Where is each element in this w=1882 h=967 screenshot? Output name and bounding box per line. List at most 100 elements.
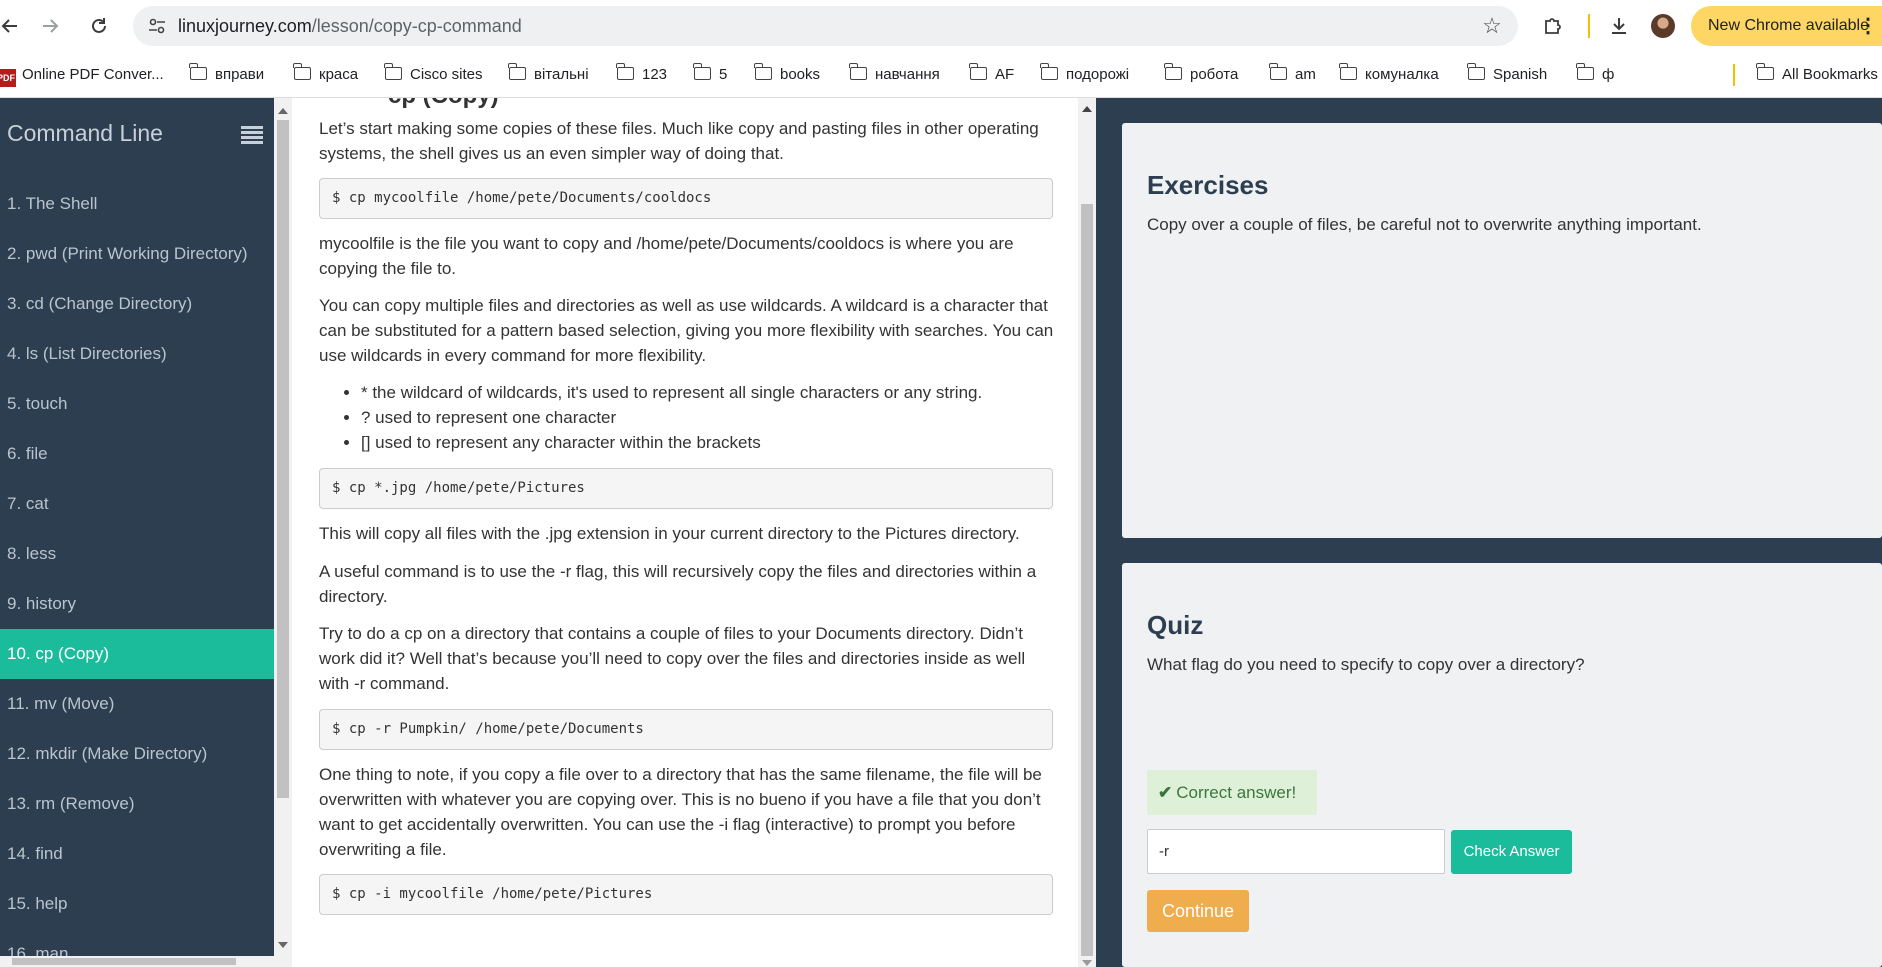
bookmark-folder[interactable]: ф — [1576, 52, 1614, 97]
sidebar-item-cd[interactable]: 3. cd (Change Directory) — [0, 279, 274, 329]
scrollbar-thumb[interactable] — [1081, 204, 1093, 956]
bookmark-folder[interactable]: навчання — [849, 52, 940, 97]
check-answer-button[interactable]: Check Answer — [1451, 830, 1572, 874]
exercises-text: Copy over a couple of files, be careful … — [1147, 215, 1702, 234]
bookmark-folder[interactable]: вправи — [189, 52, 264, 97]
sidebar-item-rm[interactable]: 13. rm (Remove) — [0, 779, 274, 829]
bookmark-star-icon[interactable]: ☆ — [1480, 14, 1504, 38]
all-bookmarks-button[interactable]: All Bookmarks — [1756, 52, 1878, 97]
reload-icon[interactable] — [83, 10, 115, 42]
sidebar-item-file[interactable]: 6. file — [0, 429, 274, 479]
practice-panel: Exercises Copy over a couple of files, b… — [1096, 98, 1882, 967]
lesson-paragraph: This will copy all files with the .jpg e… — [319, 524, 1020, 543]
folder-icon — [969, 63, 987, 80]
bookmark-item[interactable]: PDFOnline PDF Conver... — [0, 52, 164, 97]
bookmarks-divider — [1733, 64, 1735, 86]
sidebar-title: Command Line — [7, 120, 163, 146]
folder-icon — [508, 63, 526, 80]
sidebar-item-ls[interactable]: 4. ls (List Directories) — [0, 329, 274, 379]
bookmark-folder[interactable]: Spanish — [1467, 52, 1547, 97]
forward-arrow-icon[interactable] — [34, 10, 66, 42]
sidebar-item-the-shell[interactable]: 1. The Shell — [0, 179, 274, 229]
scroll-up-arrow-icon[interactable] — [1082, 106, 1092, 112]
sidebar-item-mv[interactable]: 11. mv (Move) — [0, 679, 274, 729]
bookmark-folder[interactable]: 123 — [616, 52, 667, 97]
quiz-title: Quiz — [1147, 610, 1204, 640]
folder-icon — [1040, 63, 1058, 80]
site-info-icon[interactable] — [147, 16, 167, 36]
bookmark-folder[interactable]: вітальні — [508, 52, 589, 97]
folder-icon — [1339, 63, 1357, 80]
extensions-icon[interactable] — [1539, 12, 1567, 40]
sidebar-item-mkdir[interactable]: 12. mkdir (Make Directory) — [0, 729, 274, 779]
continue-button[interactable]: Continue — [1147, 890, 1249, 932]
bookmark-folder[interactable]: books — [754, 52, 820, 97]
toolbar-divider — [1588, 14, 1590, 38]
folder-icon — [1269, 63, 1287, 80]
checkmark-icon: ✔ — [1158, 783, 1173, 802]
sidebar-item-history[interactable]: 9. history — [0, 579, 274, 629]
sidebar-horizontal-scrollbar[interactable] — [0, 956, 274, 967]
downloads-icon[interactable] — [1605, 12, 1633, 40]
bookmark-folder[interactable]: робота — [1164, 52, 1238, 97]
exercises-card: Exercises Copy over a couple of files, b… — [1122, 123, 1882, 538]
folder-icon — [189, 63, 207, 80]
bookmark-folder[interactable]: 5 — [693, 52, 727, 97]
lesson-paragraph: Let’s start making some copies of these … — [319, 119, 1039, 163]
folder-icon — [1164, 63, 1182, 80]
list-item: [] used to represent any character withi… — [361, 430, 1054, 455]
exercises-title: Exercises — [1147, 170, 1269, 200]
scrollbar-thumb[interactable] — [12, 958, 236, 965]
bookmark-folder[interactable]: подорожі — [1040, 52, 1129, 97]
chrome-update-label: New Chrome available — [1708, 17, 1869, 34]
bookmark-folder[interactable]: краса — [293, 52, 358, 97]
sidebar-item-pwd[interactable]: 2. pwd (Print Working Directory) — [0, 229, 274, 279]
scroll-up-arrow-icon[interactable] — [278, 108, 288, 114]
lesson-sidebar: Command Line 1. The Shell 2. pwd (Print … — [0, 98, 274, 967]
list-item: ? used to represent one character — [361, 405, 1054, 430]
bookmark-folder[interactable]: Cisco sites — [384, 52, 483, 97]
url-text[interactable]: linuxjourney.com/lesson/copy-cp-command — [178, 6, 522, 46]
quiz-card: Quiz What flag do you need to specify to… — [1122, 563, 1882, 967]
quiz-question: What flag do you need to specify to copy… — [1147, 655, 1585, 674]
lesson-content: cp (Copy) Let’s start making some copies… — [292, 98, 1078, 967]
code-block: $ cp -r Pumpkin/ /home/pete/Documents — [319, 709, 1053, 750]
folder-icon — [693, 63, 711, 80]
content-vertical-scrollbar[interactable] — [1078, 98, 1096, 967]
lesson-paragraph: One thing to note, if you copy a file ov… — [319, 765, 1042, 859]
lesson-paragraph: mycoolfile is the file you want to copy … — [319, 234, 1014, 278]
code-block: $ cp -i mycoolfile /home/pete/Pictures — [319, 874, 1053, 915]
wildcard-list: * the wildcard of wildcards, it's used t… — [319, 380, 1054, 455]
sidebar-vertical-scrollbar[interactable] — [274, 98, 292, 967]
profile-avatar[interactable] — [1651, 14, 1675, 38]
bookmarks-bar: PDFOnline PDF Conver... вправи краса Cis… — [0, 52, 1882, 98]
more-menu-icon[interactable]: ⋮ — [1858, 6, 1878, 46]
folder-icon — [849, 63, 867, 80]
chrome-update-button[interactable]: New Chrome available ⋮ — [1691, 6, 1882, 46]
sidebar-item-cp[interactable]: 10. cp (Copy) — [0, 629, 274, 679]
code-block: $ cp mycoolfile /home/pete/Documents/coo… — [319, 178, 1053, 219]
bookmark-folder[interactable]: AF — [969, 52, 1014, 97]
pdf-icon: PDF — [0, 69, 16, 87]
folder-icon — [1576, 63, 1594, 80]
browser-toolbar: linuxjourney.com/lesson/copy-cp-command … — [0, 0, 1882, 52]
scrollbar-thumb[interactable] — [277, 120, 289, 798]
sidebar-item-less[interactable]: 8. less — [0, 529, 274, 579]
sidebar-item-cat[interactable]: 7. cat — [0, 479, 274, 529]
sidebar-item-help[interactable]: 15. help — [0, 879, 274, 929]
folder-icon — [754, 63, 772, 80]
folder-icon — [1467, 63, 1485, 80]
menu-icon[interactable] — [241, 126, 263, 146]
sidebar-item-touch[interactable]: 5. touch — [0, 379, 274, 429]
lesson-paragraph: You can copy multiple files and director… — [319, 296, 1054, 365]
bookmark-folder[interactable]: am — [1269, 52, 1316, 97]
scroll-down-arrow-icon[interactable] — [1082, 960, 1092, 966]
folder-icon — [384, 63, 402, 80]
bookmark-folder[interactable]: комуналка — [1339, 52, 1439, 97]
correct-answer-alert: ✔ Correct answer! — [1147, 770, 1317, 815]
answer-input[interactable] — [1147, 829, 1445, 874]
scroll-down-arrow-icon[interactable] — [278, 942, 288, 948]
sidebar-item-find[interactable]: 14. find — [0, 829, 274, 879]
back-arrow-icon[interactable] — [0, 10, 26, 42]
address-bar[interactable]: linuxjourney.com/lesson/copy-cp-command … — [133, 6, 1518, 46]
